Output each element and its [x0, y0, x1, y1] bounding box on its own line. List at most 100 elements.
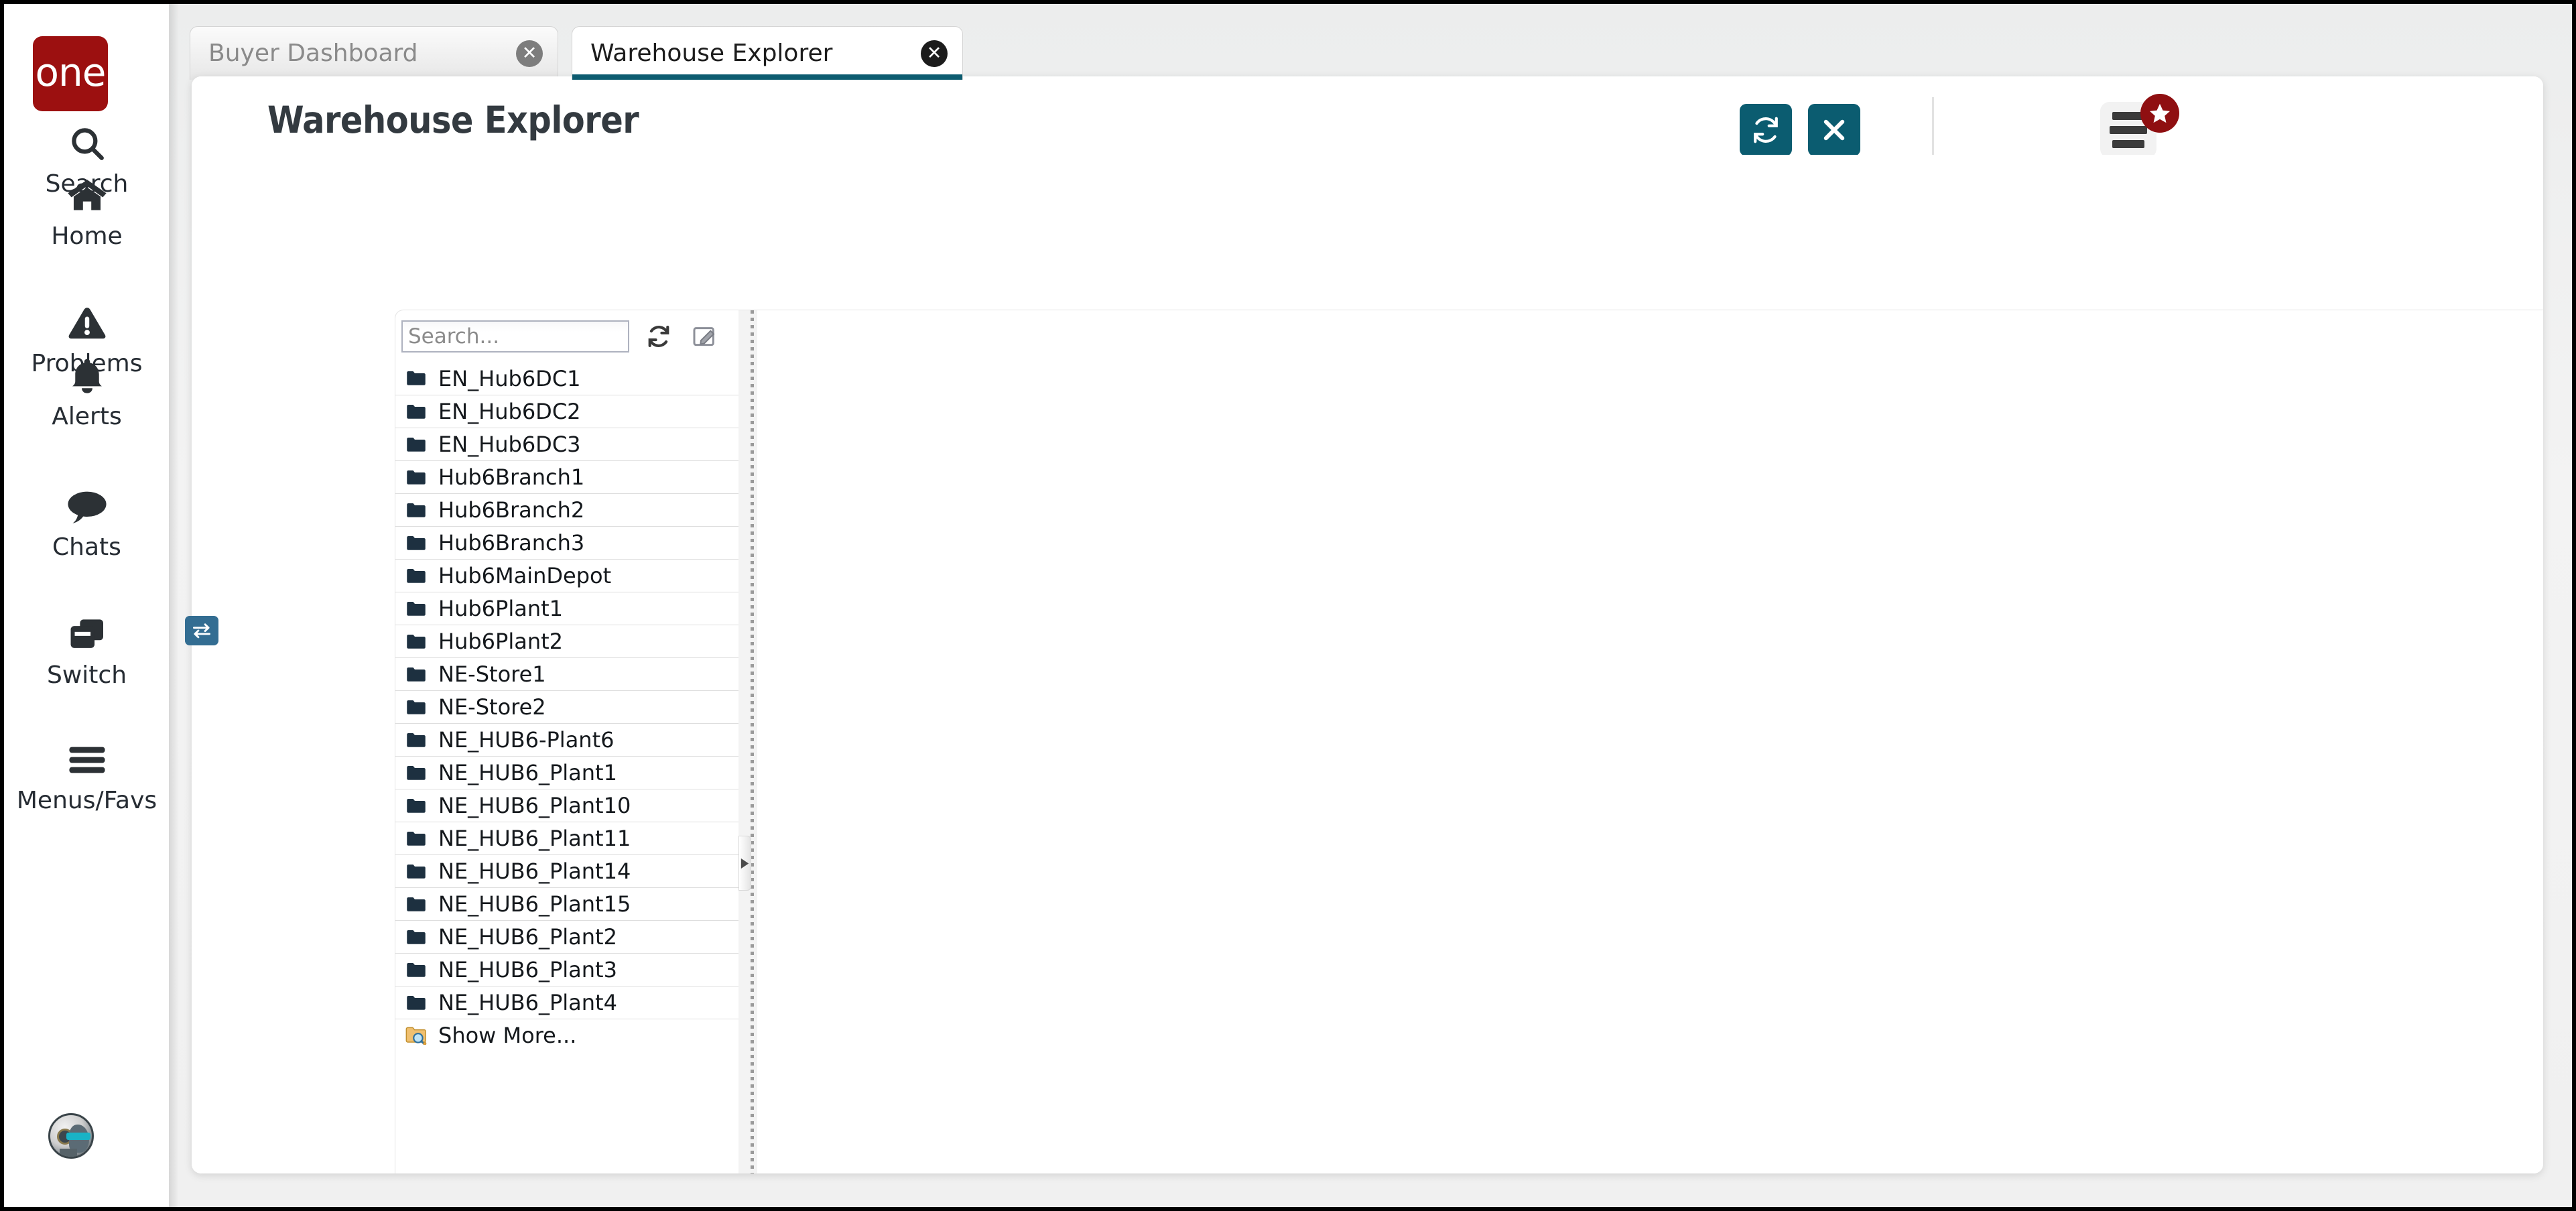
folder-icon: [405, 499, 428, 521]
tree-toolbar: [395, 310, 738, 362]
tree-row[interactable]: NE_HUB6_Plant4: [395, 986, 738, 1019]
tree-row-label: Hub6Plant1: [438, 596, 563, 621]
folder-icon: [405, 794, 428, 817]
folder-icon: [405, 400, 428, 423]
tree-row-label: NE_HUB6-Plant6: [438, 727, 614, 753]
tree-row-label: EN_Hub6DC3: [438, 432, 581, 457]
tab-buyer-dashboard[interactable]: Buyer Dashboard ✕: [190, 26, 558, 80]
warehouse-tree-list[interactable]: EN_Hub6DC1 EN_Hub6DC2 EN_Hub6DC3 Hub6Branch…: [395, 362, 738, 1173]
tree-row[interactable]: EN_Hub6DC2: [395, 395, 738, 428]
sidebar-item-menus-favs[interactable]: Menus/Favs: [4, 735, 170, 814]
folder-icon: [405, 531, 428, 554]
folder-icon: [405, 663, 428, 686]
ai-robot-avatar[interactable]: [48, 1113, 94, 1159]
exchange-arrows-icon[interactable]: [185, 616, 218, 645]
sidebar-item-switch[interactable]: Switch: [4, 609, 170, 689]
collapse-right-arrow-icon[interactable]: [738, 836, 751, 891]
sidebar-item-label: Home: [51, 222, 122, 250]
sidebar-item-chats[interactable]: Chats: [4, 481, 170, 561]
panel-splitter[interactable]: [738, 310, 757, 1173]
close-button[interactable]: [1808, 104, 1860, 156]
tab-bar: Buyer Dashboard ✕ Warehouse Explorer ✕: [170, 4, 2572, 80]
app-logo[interactable]: one: [33, 36, 108, 111]
tree-row[interactable]: Hub6Plant1: [395, 592, 738, 625]
show-more-label: Show More...: [438, 1023, 576, 1048]
tree-row-label: NE_HUB6_Plant11: [438, 826, 631, 851]
app-logo-text: one: [36, 53, 106, 92]
folder-icon: [405, 761, 428, 784]
explorer-body: EN_Hub6DC1 EN_Hub6DC2 EN_Hub6DC3 Hub6Branch…: [192, 155, 2543, 1173]
edit-pencil-icon[interactable]: [687, 319, 722, 354]
tree-row-label: NE_HUB6_Plant4: [438, 990, 617, 1015]
close-circle-icon[interactable]: ✕: [921, 40, 948, 67]
tree-row-label: NE_HUB6_Plant14: [438, 858, 631, 884]
tree-row[interactable]: NE_HUB6-Plant6: [395, 723, 738, 756]
folder-icon: [405, 630, 428, 653]
tab-warehouse-explorer[interactable]: Warehouse Explorer ✕: [572, 26, 963, 80]
folder-icon: [405, 367, 428, 390]
tree-row[interactable]: NE_HUB6_Plant1: [395, 756, 738, 789]
search-input[interactable]: [401, 320, 629, 353]
tree-row[interactable]: EN_Hub6DC1: [395, 362, 738, 395]
folder-icon: [405, 991, 428, 1014]
folder-icon: [405, 958, 428, 981]
tree-refresh-button[interactable]: [641, 319, 676, 354]
tab-label: Buyer Dashboard: [208, 40, 418, 67]
tree-row-label: Hub6MainDepot: [438, 563, 611, 588]
close-circle-icon[interactable]: ✕: [516, 40, 543, 67]
sidebar-item-home[interactable]: Home: [4, 170, 170, 250]
search-icon: [68, 118, 107, 169]
tree-row-label: NE_HUB6_Plant15: [438, 891, 631, 917]
warehouse-tree-panel: EN_Hub6DC1 EN_Hub6DC2 EN_Hub6DC3 Hub6Branch…: [395, 310, 738, 1173]
star-icon[interactable]: [2140, 94, 2179, 133]
refresh-button[interactable]: [1740, 104, 1792, 156]
folder-icon: [405, 893, 428, 915]
sidebar-item-alerts[interactable]: Alerts: [4, 350, 170, 430]
folder-icon: [405, 926, 428, 948]
tree-row[interactable]: Hub6Plant2: [395, 625, 738, 657]
tree-row[interactable]: NE_HUB6_Plant11: [395, 822, 738, 854]
left-navigation-rail: one Search Home: [4, 4, 170, 1207]
tree-row[interactable]: Hub6MainDepot: [395, 559, 738, 592]
splitter-grip: [751, 310, 754, 1173]
sidebar-item-label: Switch: [47, 661, 127, 689]
tree-row-label: Hub6Branch1: [438, 464, 584, 490]
folder-icon: [405, 597, 428, 620]
folder-icon: [405, 433, 428, 456]
switch-windows-icon: [67, 609, 107, 660]
hamburger-icon: [68, 735, 107, 785]
warehouse-detail-panel: [757, 310, 2543, 1173]
tree-row[interactable]: NE_HUB6_Plant10: [395, 789, 738, 822]
folder-icon: [405, 466, 428, 489]
tab-label: Warehouse Explorer: [590, 40, 832, 67]
tree-row[interactable]: NE_HUB6_Plant3: [395, 953, 738, 986]
card-header: Warehouse Explorer: [192, 76, 2543, 155]
tree-row-label: NE_HUB6_Plant1: [438, 760, 617, 785]
content-card: Warehouse Explorer: [192, 76, 2543, 1173]
tree-row[interactable]: NE_HUB6_Plant15: [395, 887, 738, 920]
folder-icon: [405, 860, 428, 883]
tree-row-label: Hub6Branch2: [438, 497, 584, 523]
tree-row[interactable]: NE-Store2: [395, 690, 738, 723]
tree-row[interactable]: NE_HUB6_Plant2: [395, 920, 738, 953]
sidebar-item-label: Menus/Favs: [17, 787, 157, 814]
show-more-row[interactable]: Show More...: [395, 1019, 738, 1051]
tree-row[interactable]: Hub6Branch2: [395, 493, 738, 526]
tree-row-label: NE-Store1: [438, 661, 546, 687]
tree-row[interactable]: Hub6Branch1: [395, 460, 738, 493]
sidebar-item-label: Alerts: [52, 403, 121, 430]
folder-icon: [405, 728, 428, 751]
tree-row[interactable]: Hub6Branch3: [395, 526, 738, 559]
workspace: Buyer Dashboard ✕ Warehouse Explorer ✕ W…: [170, 4, 2572, 1207]
chat-bubble-icon: [66, 481, 109, 532]
tree-row-label: EN_Hub6DC2: [438, 399, 581, 424]
tree-row[interactable]: NE-Store1: [395, 657, 738, 690]
warning-triangle-icon: [67, 298, 107, 348]
ai-visor: [66, 1133, 90, 1140]
page-title: Warehouse Explorer: [267, 99, 639, 141]
tree-row-label: Hub6Branch3: [438, 530, 584, 556]
tree-row[interactable]: EN_Hub6DC3: [395, 428, 738, 460]
tree-row[interactable]: NE_HUB6_Plant14: [395, 854, 738, 887]
tree-row-label: Hub6Plant2: [438, 629, 563, 654]
ai-body: [60, 1149, 77, 1159]
